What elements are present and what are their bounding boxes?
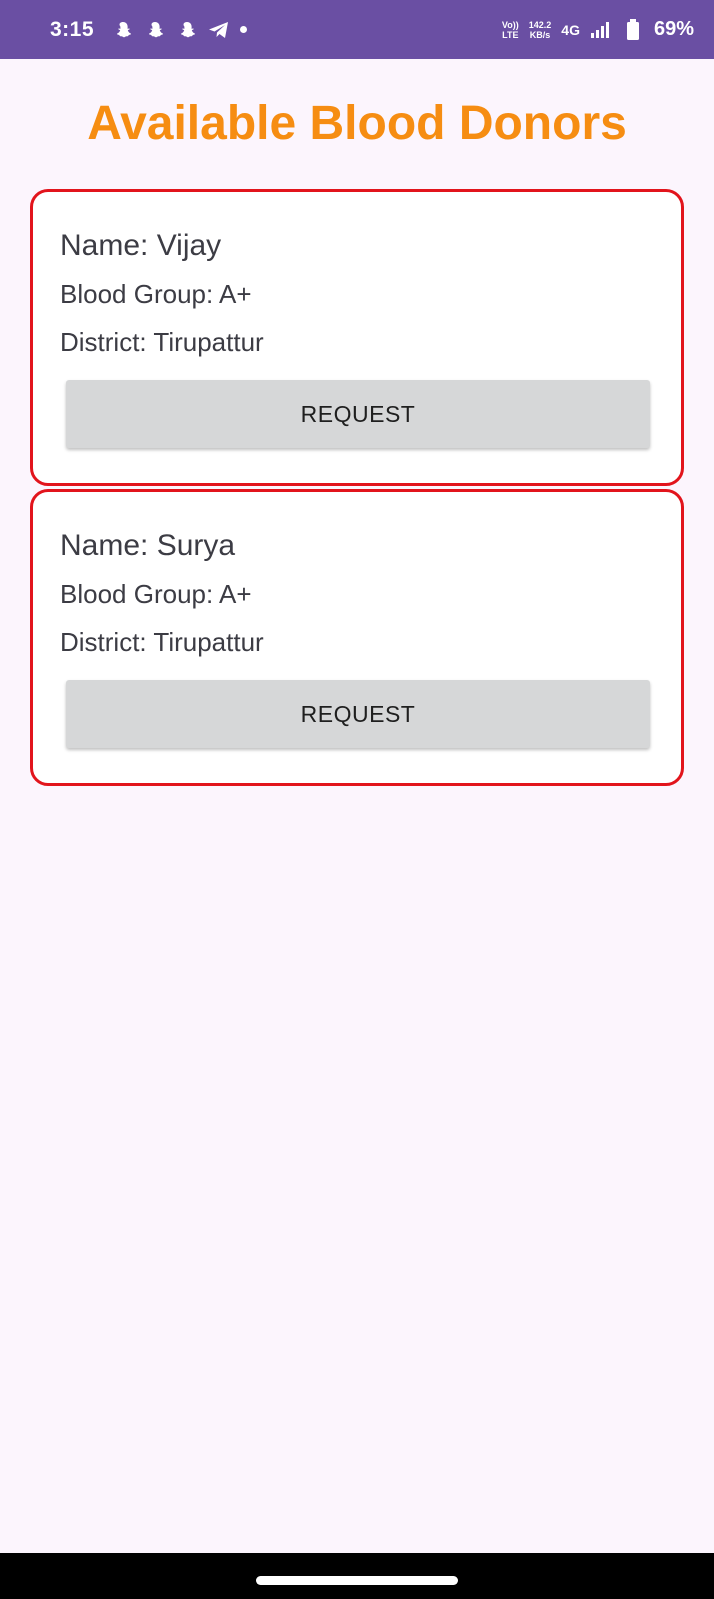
status-bar-right: Vo)) LTE 142.2 KB/s 4G 69% [502,18,694,41]
donor-blood-group: Blood Group: A+ [60,579,252,609]
donor-name: Name: Surya [60,529,236,562]
volte-indicator: Vo)) LTE [501,19,519,40]
donor-district: District: Tirupattur [60,627,264,657]
donor-card: Name: Vijay Blood Group: A+ District: Ti… [30,189,684,486]
snapchat-icon [144,19,166,41]
more-notifications-dot-icon [240,26,248,33]
battery-icon [622,18,644,41]
snapchat-icon [112,19,134,41]
donor-district: District: Tirupattur [60,327,264,357]
battery-percent: 69% [653,18,694,40]
donor-list: Name: Vijay Blood Group: A+ District: Ti… [30,189,684,789]
signal-icon [590,19,612,41]
snapchat-icon [176,19,198,41]
network-speed: 142.2 KB/s [528,19,552,40]
request-button[interactable]: REQUEST [66,680,650,748]
navigation-bar [0,1553,714,1599]
donor-name: Name: Vijay [60,229,222,262]
telegram-icon [208,19,230,41]
status-bar-left: 3:15 [50,17,248,42]
request-button[interactable]: REQUEST [66,380,650,448]
page-title: Available Blood Donors [87,97,627,150]
network-type: 4G [561,21,580,38]
donor-blood-group: Blood Group: A+ [60,279,252,309]
status-time: 3:15 [50,17,95,41]
donor-card: Name: Surya Blood Group: A+ District: Ti… [30,489,684,786]
home-gesture-handle[interactable] [256,1576,458,1585]
status-bar: 3:15 Vo)) LTE 142.2 KB/s 4G 69% [0,0,714,59]
